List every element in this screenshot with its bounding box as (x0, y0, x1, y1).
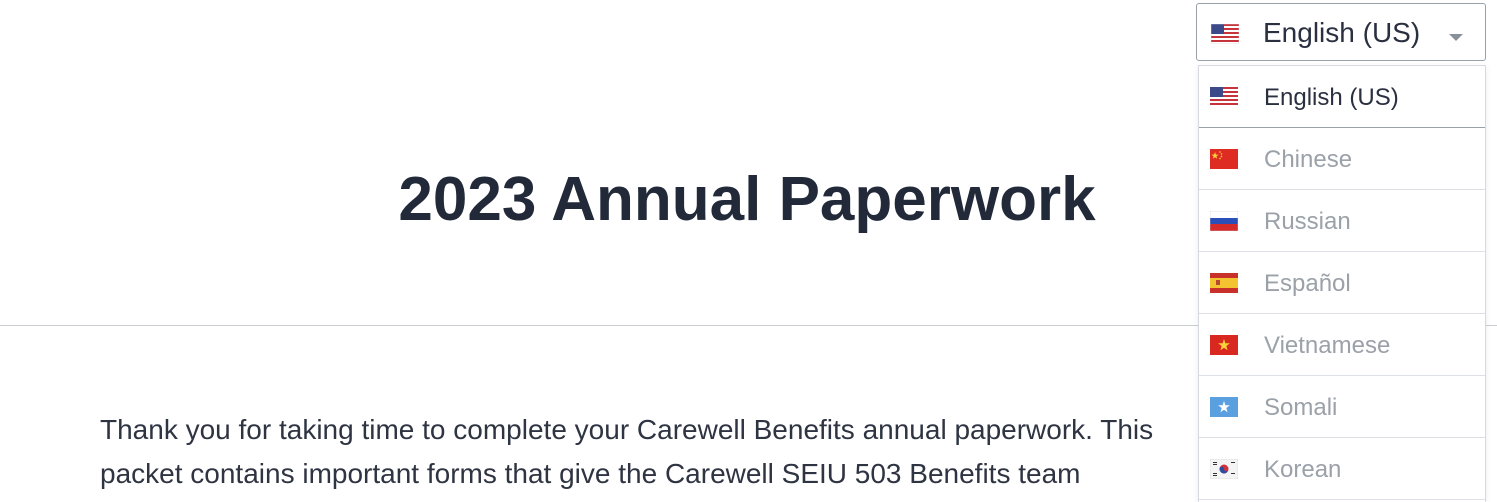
language-option-espanol[interactable]: Español (1199, 252, 1485, 314)
intro-line-2: packet contains important forms that giv… (100, 458, 1081, 489)
language-option-label: Russian (1264, 208, 1351, 235)
us-flag-icon (1210, 87, 1238, 107)
russia-flag-icon (1210, 211, 1238, 231)
korea-flag-icon (1210, 459, 1238, 479)
language-option-label: Español (1264, 270, 1351, 297)
language-option-chinese[interactable]: Chinese (1199, 128, 1485, 190)
language-select[interactable]: English (US) (1196, 3, 1486, 61)
language-option-somali[interactable]: Somali (1199, 376, 1485, 438)
intro-line-1: Thank you for taking time to complete yo… (100, 414, 1154, 445)
language-option-label: Vietnamese (1264, 332, 1391, 359)
somalia-flag-icon (1210, 397, 1238, 417)
chevron-down-icon (1449, 34, 1463, 41)
language-dropdown-menu: English (US) Chinese Russian Español Vie… (1198, 65, 1486, 502)
language-option-russian[interactable]: Russian (1199, 190, 1485, 252)
page: 2023 Annual Paperwork Thank you for taki… (0, 0, 1497, 502)
china-flag-icon (1210, 149, 1238, 169)
vietnam-flag-icon (1210, 335, 1238, 355)
language-option-korean[interactable]: Korean (1199, 438, 1485, 500)
language-select-value: English (US) (1263, 17, 1421, 48)
language-option-label: English (US) (1264, 84, 1399, 111)
language-option-vietnamese[interactable]: Vietnamese (1199, 314, 1485, 376)
language-option-label: Chinese (1264, 146, 1353, 173)
language-option-english-us[interactable]: English (US) (1199, 66, 1485, 128)
spain-flag-icon (1210, 273, 1238, 293)
language-option-label: Somali (1264, 394, 1338, 421)
language-option-label: Korean (1264, 456, 1342, 483)
